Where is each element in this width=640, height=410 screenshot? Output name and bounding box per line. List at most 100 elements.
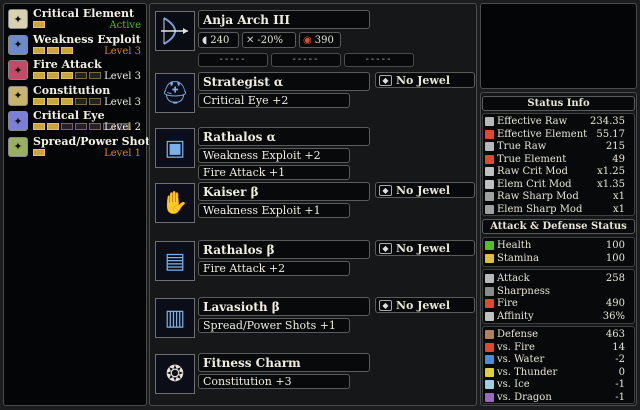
skill-pip bbox=[33, 72, 45, 79]
skill-level-pips bbox=[33, 148, 45, 157]
armor-name: Strategist α bbox=[198, 72, 370, 91]
skill-level: Level 3 bbox=[104, 96, 141, 108]
stat-row: Elem Sharp Mod x1 bbox=[485, 204, 633, 216]
skill-pip bbox=[89, 97, 101, 105]
skill-item[interactable]: ✦ Weakness Exploit Level 3 bbox=[7, 33, 145, 58]
stat-value: 14 bbox=[612, 341, 625, 353]
jewel-label: No Jewel bbox=[396, 241, 451, 255]
skill-item[interactable]: ✦ Constitution Level 3 bbox=[7, 84, 145, 109]
preview-panel bbox=[480, 3, 637, 89]
skill-pip bbox=[47, 72, 59, 79]
equipment-panel: Anja Arch III ◖ 240 ✕ -20% ◉ 390 ----- ----… bbox=[149, 3, 477, 406]
stat-label: Attack bbox=[497, 273, 530, 284]
armor-piece[interactable]: ▤ Rathalos β ◆ No Jewel Fire Attack +2 bbox=[153, 238, 475, 292]
skill-pip bbox=[75, 123, 87, 130]
skill-level: Level 3 bbox=[104, 71, 141, 82]
armor-name: Rathalos α bbox=[198, 127, 370, 146]
stat-label: True Element bbox=[497, 153, 567, 165]
stat-icon bbox=[485, 117, 494, 126]
stat-label: Fire bbox=[497, 298, 518, 309]
stat-icon bbox=[485, 129, 494, 139]
armor-skill: Spread/Power Shots +1 bbox=[198, 318, 350, 333]
stat-row: vs. Fire 14 bbox=[485, 342, 633, 354]
stat-row: Attack 258 bbox=[485, 273, 633, 285]
element-crit-icon: ✦ bbox=[8, 9, 28, 29]
skill-pip bbox=[33, 97, 45, 105]
weakness-icon: ✦ bbox=[8, 34, 28, 55]
stat-row: Fire 490 bbox=[485, 298, 633, 310]
skill-level-pips bbox=[33, 72, 101, 80]
armor-piece[interactable]: ❂ Fitness Charm Constitution +3 bbox=[153, 351, 475, 405]
stat-icon bbox=[485, 286, 494, 296]
armor-skill: Fire Attack +2 bbox=[198, 261, 350, 276]
chest-icon: ▣ bbox=[155, 128, 195, 168]
skill-level: Level 3 bbox=[104, 45, 141, 57]
affinity-icon: ✕ bbox=[246, 34, 255, 46]
skill-level-pips bbox=[33, 97, 101, 106]
jewel-slot[interactable]: ◆ No Jewel bbox=[375, 182, 475, 198]
skill-pip bbox=[33, 123, 45, 130]
legs-icon: ▥ bbox=[155, 298, 195, 338]
skills-panel: ✦ Critical Element Active ✦ Weakness Exploit… bbox=[3, 3, 156, 406]
jewel-slot[interactable]: ◆ No Jewel bbox=[375, 72, 475, 88]
skill-pip bbox=[33, 21, 45, 28]
attack-icon: ◖ bbox=[202, 34, 208, 46]
stat-icon bbox=[485, 380, 494, 389]
stat-icon bbox=[485, 311, 494, 321]
skill-level: Level 1 bbox=[104, 147, 141, 159]
status-panel: Status Info Attack & Defense Status Effe… bbox=[480, 92, 637, 406]
skill-name: Constitution bbox=[33, 83, 111, 97]
armor-name: Rathalos β bbox=[198, 240, 370, 259]
stat-icon bbox=[485, 142, 494, 151]
skill-pip bbox=[89, 123, 101, 130]
weapon-affinity: ✕ -20% bbox=[242, 32, 296, 48]
armor-piece[interactable]: ⛑ Strategist α ◆ No Jewel Critical Eye +2 bbox=[153, 70, 475, 124]
skill-item[interactable]: ✦ Critical Eye Level 2 bbox=[7, 109, 145, 134]
stat-label: Elem Sharp Mod bbox=[497, 203, 583, 215]
armor-piece[interactable]: ▥ Lavasioth β ◆ No Jewel Spread/Power Shots … bbox=[153, 295, 475, 349]
stat-row: Affinity 36% bbox=[485, 311, 633, 323]
stat-row: Health 100 bbox=[485, 240, 633, 252]
stat-value: 49 bbox=[612, 153, 625, 165]
skill-item[interactable]: ✦ Fire Attack Level 3 bbox=[7, 58, 145, 83]
skill-pip bbox=[89, 72, 101, 79]
skill-pip bbox=[75, 97, 87, 105]
stat-label: Stamina bbox=[497, 252, 539, 264]
skill-pip bbox=[75, 72, 87, 79]
stat-label: True Raw bbox=[497, 141, 547, 152]
stat-value: x1.25 bbox=[597, 166, 625, 177]
weapon-slot-1[interactable]: ----- bbox=[198, 53, 268, 67]
armor-piece[interactable]: ✋ Kaiser β ◆ No Jewel Weakness Exploit +1 bbox=[153, 180, 475, 234]
jewel-slot[interactable]: ◆ No Jewel bbox=[375, 297, 475, 313]
weapon-slot-2[interactable]: ----- bbox=[271, 53, 341, 67]
skill-item[interactable]: ✦ Spread/Power Shots Level 1 bbox=[7, 135, 156, 160]
helm-icon: ⛑ bbox=[155, 73, 195, 113]
stat-icon bbox=[485, 253, 494, 263]
weapon-row[interactable]: Anja Arch III ◖ 240 ✕ -20% ◉ 390 ----- ----… bbox=[153, 7, 475, 67]
armor-piece[interactable]: ▣ Rathalos α Weakness Exploit +2 Fire Attac… bbox=[153, 125, 475, 180]
stat-icon bbox=[485, 204, 494, 214]
skill-item[interactable]: ✦ Critical Element Active bbox=[7, 7, 145, 32]
stat-value: 0 bbox=[618, 366, 625, 378]
stat-value: x1.35 bbox=[597, 178, 625, 190]
stat-label: Defense bbox=[497, 329, 539, 340]
stat-value: 215 bbox=[605, 141, 625, 152]
stat-label: vs. Thunder bbox=[497, 366, 558, 378]
stat-icon bbox=[485, 299, 494, 308]
skill-level-pips bbox=[33, 21, 45, 29]
weapon-element: ◉ 390 bbox=[299, 32, 341, 48]
weapon-slot-3[interactable]: ----- bbox=[344, 53, 414, 67]
stat-value: 100 bbox=[605, 252, 625, 264]
weapon-name: Anja Arch III bbox=[198, 10, 370, 29]
armor-name: Kaiser β bbox=[198, 182, 370, 201]
jewel-icon: ◆ bbox=[379, 299, 392, 311]
skill-level: Active bbox=[109, 20, 141, 31]
stat-row: Defense 463 bbox=[485, 329, 633, 341]
jewel-slot[interactable]: ◆ No Jewel bbox=[375, 240, 475, 256]
jewel-icon: ◆ bbox=[379, 74, 392, 86]
stat-value: 463 bbox=[605, 329, 625, 340]
jewel-icon: ◆ bbox=[379, 184, 392, 196]
stat-value: x1 bbox=[612, 191, 625, 202]
attack-defense-header: Attack & Defense Status bbox=[482, 219, 635, 234]
stat-row: True Raw 215 bbox=[485, 141, 633, 153]
